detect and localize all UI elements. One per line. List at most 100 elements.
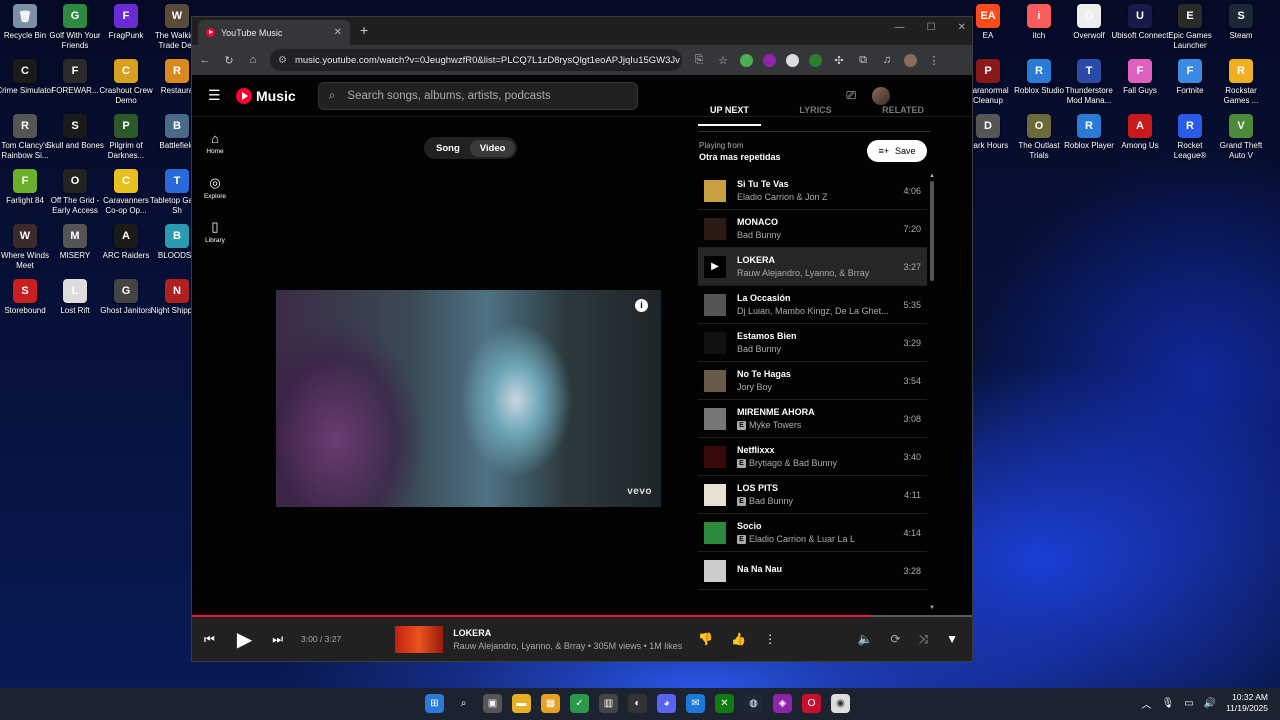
queue-item[interactable]: MIRENME AHORA E Myke Towers 3:08	[698, 400, 927, 438]
task-view-icon[interactable]: ▣	[483, 694, 502, 713]
left-desktop-icon[interactable]: F FOREWAR...	[50, 59, 100, 96]
scroll-up-icon[interactable]: ▲	[929, 173, 935, 179]
left-desktop-icon[interactable]: C Caravanners Co-op Op...	[101, 169, 151, 216]
more-options-icon[interactable]: ⋮	[764, 632, 776, 646]
clock[interactable]: 10:32 AM 11/19/2025	[1226, 692, 1268, 714]
right-desktop-icon[interactable]: O The Outlast Trials	[1014, 114, 1064, 161]
left-desktop-icon[interactable]: G Golf With Your Friends	[49, 4, 101, 51]
queue-item[interactable]: No Te Hagas Jory Boy 3:54	[698, 362, 927, 400]
queue-item[interactable]: ▶ LOKERA Rauw Alejandro, Lyanno, & Brray 3:…	[698, 248, 927, 286]
previous-track-icon[interactable]: ⏮	[204, 632, 215, 647]
scroll-down-icon[interactable]: ▼	[929, 605, 935, 611]
mail-icon[interactable]: ✉	[686, 694, 705, 713]
left-desktop-icon[interactable]: R Tom Clancy's Rainbow Si...	[0, 114, 50, 161]
address-bar[interactable]: ⚙ music.youtube.com/watch?v=0JeughwzfR0&…	[270, 49, 682, 71]
opera-gx-icon[interactable]: O	[802, 694, 821, 713]
left-desktop-icon[interactable]: C Crashout Crew Demo	[99, 59, 153, 106]
playlist-name[interactable]: Otra mas repetidas	[699, 152, 781, 162]
now-playing-title[interactable]: LOKERA	[453, 628, 682, 638]
media-control-icon[interactable]: ♫	[880, 54, 894, 66]
left-desktop-icon[interactable]: S Storebound	[0, 279, 50, 316]
discord-icon[interactable]: ◕	[657, 694, 676, 713]
minimize-icon[interactable]: —	[895, 22, 905, 33]
browser-tab-youtube-music[interactable]: YouTube Music ✕	[198, 20, 350, 45]
tray-overflow-icon[interactable]: ︿	[1141, 696, 1151, 711]
tab-up-next[interactable]: UP NEXT	[698, 105, 761, 126]
store-icon[interactable]: ▦	[541, 694, 560, 713]
extension-purple-icon[interactable]	[763, 53, 776, 67]
right-desktop-icon[interactable]: A Among Us	[1115, 114, 1165, 151]
queue-item[interactable]: Si Tu Te Vas Eladio Carrion & Jon Z 4:06	[698, 172, 927, 210]
queue-item[interactable]: Estamos Bien Bad Bunny 3:29	[698, 324, 927, 362]
youtube-music-logo[interactable]: Music	[236, 87, 296, 104]
network-icon[interactable]: ▭	[1184, 698, 1193, 709]
left-desktop-icon[interactable]: F FragPunk	[101, 4, 151, 41]
tab-search-icon[interactable]: ⧉	[856, 54, 870, 67]
queue-item[interactable]: MONACO Bad Bunny 7:20	[698, 210, 927, 248]
extension-diamond-icon[interactable]	[786, 53, 799, 67]
steam-taskbar-icon[interactable]: ◍	[744, 694, 763, 713]
left-desktop-icon[interactable]: A ARC Raiders	[101, 224, 151, 261]
right-desktop-icon[interactable]: F Fall Guys	[1115, 59, 1165, 96]
purple-app-icon[interactable]: ◈	[773, 694, 792, 713]
repeat-icon[interactable]: ⟳	[890, 632, 900, 647]
microphone-icon[interactable]: 🎙	[1161, 698, 1174, 709]
expand-player-icon[interactable]: ▼	[946, 632, 958, 647]
start-windows-icon[interactable]: ⊞	[425, 694, 444, 713]
right-desktop-icon[interactable]: T Thunderstore Mod Mana...	[1064, 59, 1114, 106]
toggle-video[interactable]: Video	[469, 139, 516, 157]
left-desktop-icon[interactable]: M MISERY	[50, 224, 100, 261]
new-tab-icon[interactable]: +	[360, 22, 368, 38]
install-app-icon[interactable]: ⎘	[692, 54, 706, 67]
site-info-icon[interactable]: ⚙	[278, 55, 287, 66]
back-icon[interactable]: ←	[198, 54, 212, 66]
left-desktop-icon[interactable]: O Off The Grid - Early Access	[50, 169, 100, 216]
extension-green-icon[interactable]	[809, 53, 822, 67]
queue-item[interactable]: Netflixxx E Brytiago & Bad Bunny 3:40	[698, 438, 927, 476]
queue-item[interactable]: LOS PITS E Bad Bunny 4:11	[698, 476, 927, 514]
left-desktop-icon[interactable]: F Farlight 84	[0, 169, 50, 206]
right-desktop-icon[interactable]: i itch	[1014, 4, 1064, 41]
queue-item[interactable]: Na Na Nau 3:28	[698, 552, 927, 590]
avatar[interactable]	[872, 86, 890, 105]
dislike-icon[interactable]: 👎	[698, 632, 713, 646]
left-desktop-icon[interactable]: L Lost Rift	[50, 279, 100, 316]
next-track-icon[interactable]: ⏭	[272, 632, 283, 647]
chrome-icon[interactable]: ◉	[831, 694, 850, 713]
reload-icon[interactable]: ↻	[222, 54, 236, 67]
video-player[interactable]: i vevo	[276, 290, 661, 507]
right-desktop-icon[interactable]: R Roblox Studio	[1014, 59, 1064, 96]
home-icon[interactable]: ⌂	[246, 54, 260, 66]
tab-lyrics[interactable]: LYRICS	[787, 105, 843, 126]
shuffle-icon[interactable]: ⤨	[919, 632, 929, 647]
left-desktop-icon[interactable]: W Where Winds Meet	[0, 224, 50, 271]
like-icon[interactable]: 👍	[731, 632, 746, 646]
right-desktop-icon[interactable]: R Roblox Player	[1064, 114, 1114, 151]
search-input[interactable]: ⌕ Search songs, albums, artists, podcast…	[317, 81, 638, 110]
speaker-icon[interactable]: 🔊	[1204, 698, 1216, 709]
volume-icon[interactable]: 🔈	[857, 632, 872, 647]
green-app-icon[interactable]: ✓	[570, 694, 589, 713]
toggle-song[interactable]: Song	[426, 140, 470, 157]
queue-scrollbar[interactable]	[930, 181, 934, 281]
xbox-icon[interactable]: ✕	[715, 694, 734, 713]
right-desktop-icon[interactable]: U Ubisoft Connect	[1112, 4, 1168, 41]
save-button[interactable]: ≡+ Save	[867, 140, 927, 162]
profile-avatar-icon[interactable]	[904, 53, 917, 67]
queue-item[interactable]: Socio E Eladio Carrion & Luar La L 4:14	[698, 514, 927, 552]
tab-related[interactable]: RELATED	[870, 105, 936, 126]
nav-item-library[interactable]: ▯ Library	[192, 219, 238, 249]
right-desktop-icon[interactable]: V Grand Theft Auto V	[1216, 114, 1266, 161]
cast-icon[interactable]: ⎚	[846, 88, 856, 103]
bookmark-star-icon[interactable]: ☆	[716, 54, 730, 67]
nav-item-home[interactable]: ⌂ Home	[192, 131, 238, 161]
maximize-icon[interactable]: ☐	[927, 22, 936, 33]
close-tab-icon[interactable]: ✕	[334, 27, 342, 38]
obs-icon[interactable]: ◐	[628, 694, 647, 713]
left-desktop-icon[interactable]: G Ghost Janitors	[100, 279, 152, 316]
now-playing-thumbnail[interactable]	[395, 625, 444, 653]
play-icon[interactable]: ▶	[237, 627, 252, 652]
search-taskbar-icon[interactable]: ⌕	[454, 694, 473, 713]
close-window-icon[interactable]: ✕	[958, 22, 966, 33]
queue-item[interactable]: La Occasión Dj Luian, Mambo Kingz, De La …	[698, 286, 927, 324]
